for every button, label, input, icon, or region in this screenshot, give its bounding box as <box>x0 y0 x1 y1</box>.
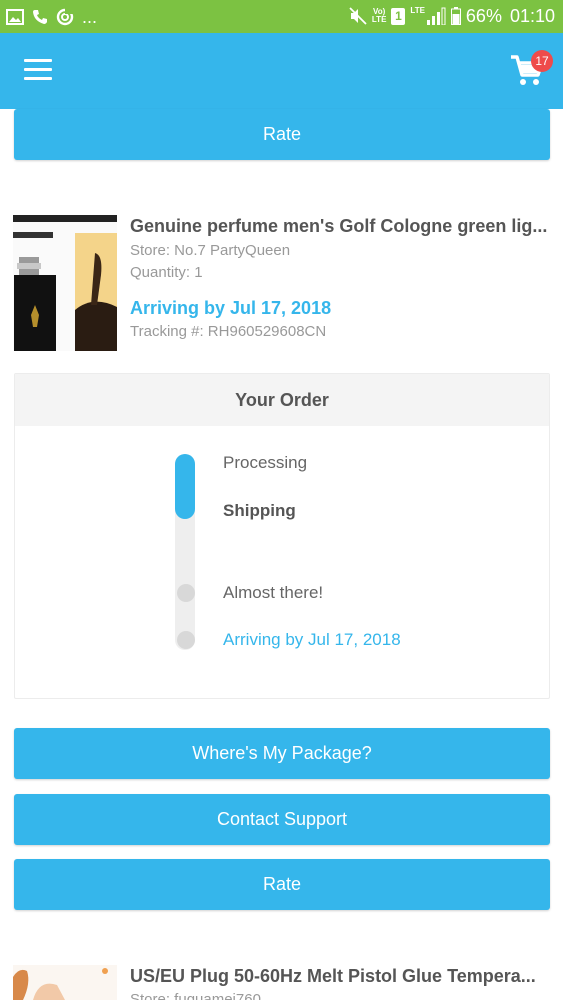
mute-icon <box>349 7 367 25</box>
product-thumbnail[interactable] <box>13 215 117 351</box>
sync-icon <box>56 8 74 26</box>
step-almost-there: Almost there! <box>223 583 324 602</box>
hamburger-menu-icon[interactable] <box>24 59 52 81</box>
notification-overflow: ... <box>82 7 98 27</box>
battery-percent: 66% <box>465 6 502 26</box>
wheres-my-package-button[interactable]: Where's My Package? <box>14 728 550 779</box>
lte-signal: LTE <box>410 7 446 25</box>
progress-fill <box>175 454 195 519</box>
status-bar: ... Vo) LTE 1 LTE 66% 01:10 <box>0 0 563 33</box>
battery-icon <box>450 7 461 25</box>
app-bar <box>0 33 563 109</box>
product-quantity: Quantity: 1 <box>130 264 203 281</box>
perfume-image <box>13 215 117 351</box>
rate-button[interactable]: Rate <box>14 859 550 910</box>
cart-count-badge: 17 <box>531 50 553 72</box>
product-arrival-date: Arriving by Jul 17, 2018 <box>130 298 332 318</box>
step-shipping: Shipping <box>223 501 296 520</box>
next-product-thumbnail[interactable] <box>13 965 117 1000</box>
next-product-store: Store: fuguamei760 <box>130 991 261 1000</box>
sim-indicator: 1 <box>391 7 406 25</box>
gallery-icon <box>6 9 24 25</box>
step-dot-almost-there <box>177 584 195 602</box>
glue-gun-image <box>13 965 117 1000</box>
order-card-title: Your Order <box>15 374 549 426</box>
product-store: Store: No.7 PartyQueen <box>130 242 291 259</box>
step-arriving: Arriving by Jul 17, 2018 <box>223 630 401 649</box>
clock: 01:10 <box>509 6 555 26</box>
contact-support-button[interactable]: Contact Support <box>14 794 550 845</box>
signal-icon <box>426 7 446 25</box>
rate-button-top[interactable]: Rate <box>14 109 550 160</box>
product-title[interactable]: Genuine perfume men's Golf Cologne green… <box>130 216 550 237</box>
volte-indicator: Vo) LTE <box>371 7 387 24</box>
order-status-card: Your Order Processing Shipping Almost th… <box>14 373 550 699</box>
step-dot-arriving <box>177 631 195 649</box>
step-processing: Processing <box>223 453 308 472</box>
next-product-title[interactable]: US/EU Plug 50-60Hz Melt Pistol Glue Temp… <box>130 966 550 987</box>
tracking-number: Tracking #: RH960529608CN <box>130 323 327 340</box>
progress-track <box>175 454 195 650</box>
phone-icon <box>33 10 47 24</box>
